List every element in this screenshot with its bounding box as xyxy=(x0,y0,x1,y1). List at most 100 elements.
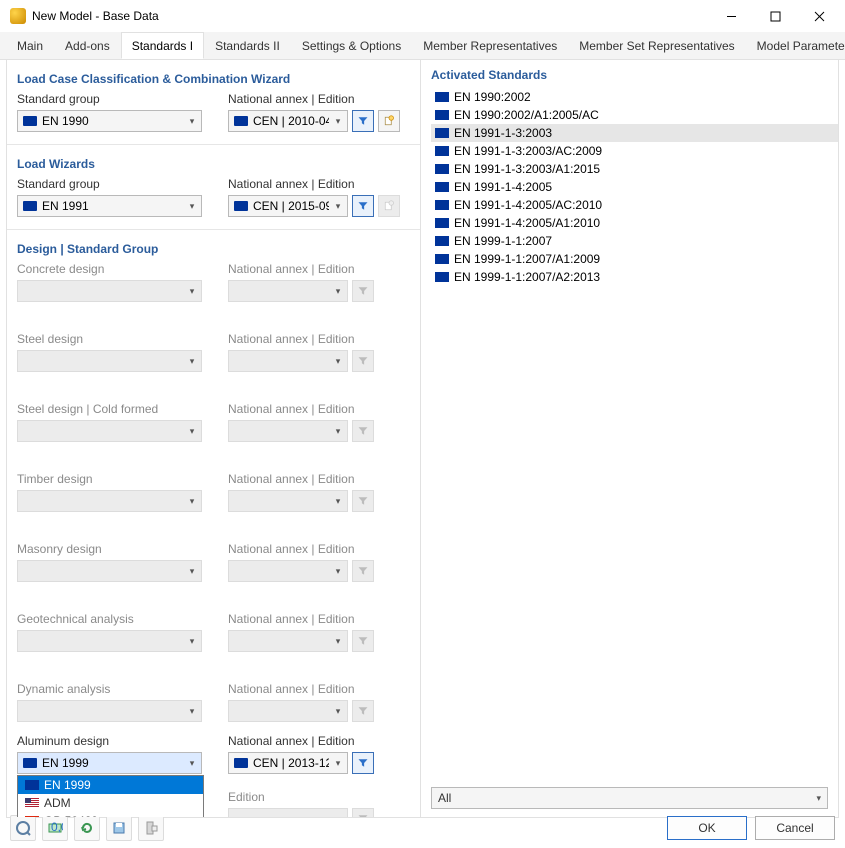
design-row-annex-label: National annex | Edition xyxy=(228,612,374,626)
ok-button[interactable]: OK xyxy=(667,816,747,840)
eu-flag-icon xyxy=(435,200,449,210)
reset-icon[interactable] xyxy=(138,815,164,841)
dropdown-item-gb-50429[interactable]: GB 50429 xyxy=(18,812,203,817)
cn-flag-icon xyxy=(25,816,39,817)
eu-flag-icon xyxy=(435,128,449,138)
standard-row[interactable]: EN 1991-1-3:2003/A1:2015 xyxy=(431,160,838,178)
design-row-combo: ▾ xyxy=(17,350,202,372)
chevron-down-icon: ▾ xyxy=(329,201,347,212)
standard-row[interactable]: EN 1991-1-4:2005/AC:2010 xyxy=(431,196,838,214)
tab-standards-1[interactable]: Standards I xyxy=(121,32,204,59)
design-row-combo: ▾ xyxy=(17,280,202,302)
cancel-button[interactable]: Cancel xyxy=(755,816,835,840)
standard-row[interactable]: EN 1990:2002/A1:2005/AC xyxy=(431,106,838,124)
chevron-down-icon: ▾ xyxy=(329,286,347,297)
window-title: New Model - Base Data xyxy=(32,9,709,23)
design-row-label: Geotechnical analysis xyxy=(17,612,202,626)
standard-row[interactable]: EN 1991-1-4:2005/A1:2010 xyxy=(431,214,838,232)
tab-member-representatives[interactable]: Member Representatives xyxy=(412,32,568,59)
design-row-annex-combo: ▾ xyxy=(228,490,348,512)
eu-flag-icon xyxy=(25,780,39,790)
eu-flag-icon xyxy=(234,201,248,211)
chevron-down-icon: ▾ xyxy=(329,636,347,647)
section-design-title: Design | Standard Group xyxy=(17,238,410,262)
eu-flag-icon xyxy=(435,164,449,174)
chevron-down-icon: ▾ xyxy=(816,793,821,804)
design-row-label: Masonry design xyxy=(17,542,202,556)
chevron-down-icon: ▾ xyxy=(183,286,201,297)
standard-row[interactable]: EN 1990:2002 xyxy=(431,88,838,106)
new-annex-button[interactable] xyxy=(378,110,400,132)
tab-main[interactable]: Main xyxy=(6,32,54,59)
section-loadwizards-title: Load Wizards xyxy=(17,153,410,177)
chevron-down-icon: ▾ xyxy=(183,566,201,577)
chevron-down-icon: ▾ xyxy=(183,758,201,769)
aluminum-design-value: EN 1999 xyxy=(42,756,183,770)
save-icon[interactable] xyxy=(106,815,132,841)
standard-row-label: EN 1991-1-3:2003/AC:2009 xyxy=(454,144,602,158)
design-row-annex-combo: ▾ xyxy=(228,560,348,582)
loadwizards-annex-combo[interactable]: CEN | 2015-09 ▾ xyxy=(228,195,348,217)
eu-flag-icon xyxy=(435,218,449,228)
minimize-button[interactable] xyxy=(709,0,753,32)
loadcase-annex-value: CEN | 2010-04 xyxy=(253,114,329,128)
design-row-label: Steel design | Cold formed xyxy=(17,402,202,416)
standard-row[interactable]: EN 1999-1-1:2007 xyxy=(431,232,838,250)
filter-button xyxy=(352,350,374,372)
tab-settings-options[interactable]: Settings & Options xyxy=(291,32,412,59)
tab-member-set-representatives[interactable]: Member Set Representatives xyxy=(568,32,745,59)
design-row-annex-label: National annex | Edition xyxy=(228,682,374,696)
eu-flag-icon xyxy=(435,272,449,282)
standard-row-label: EN 1990:2002/A1:2005/AC xyxy=(454,108,599,122)
units-icon[interactable]: 0,00 xyxy=(42,815,68,841)
refresh-icon[interactable] xyxy=(74,815,100,841)
eu-flag-icon xyxy=(23,758,37,768)
design-row-annex-combo: ▾ xyxy=(228,280,348,302)
aluminum-annex-combo[interactable]: CEN | 2013-12 ▾ xyxy=(228,752,348,774)
dropdown-item-adm[interactable]: ADM xyxy=(18,794,203,812)
standard-row-label: EN 1991-1-3:2003 xyxy=(454,126,552,140)
loadcase-annex-combo[interactable]: CEN | 2010-04 ▾ xyxy=(228,110,348,132)
design-row-annex-label: National annex | Edition xyxy=(228,472,374,486)
chevron-down-icon: ▾ xyxy=(329,758,347,769)
loadcase-std-group-combo[interactable]: EN 1990 ▾ xyxy=(17,110,202,132)
help-icon[interactable] xyxy=(10,815,36,841)
aluminum-design-label: Aluminum design xyxy=(17,734,202,748)
dropdown-item-en-1999[interactable]: EN 1999 xyxy=(18,776,203,794)
right-pane: Activated Standards EN 1990:2002EN 1990:… xyxy=(421,60,838,817)
filter-button[interactable] xyxy=(352,195,374,217)
chevron-down-icon: ▾ xyxy=(183,706,201,717)
chevron-down-icon: ▾ xyxy=(329,706,347,717)
loadwizards-std-group-combo[interactable]: EN 1991 ▾ xyxy=(17,195,202,217)
standard-row[interactable]: EN 1999-1-1:2007/A1:2009 xyxy=(431,250,838,268)
design-row-annex-label: National annex | Edition xyxy=(228,332,374,346)
eu-flag-icon xyxy=(435,110,449,120)
standard-row[interactable]: EN 1999-1-1:2007/A2:2013 xyxy=(431,268,838,286)
tab-add-ons[interactable]: Add-ons xyxy=(54,32,121,59)
filter-button xyxy=(352,280,374,302)
filter-button xyxy=(352,560,374,582)
tab-model-parameters[interactable]: Model Parameters xyxy=(746,32,845,59)
close-button[interactable] xyxy=(797,0,841,32)
standard-row[interactable]: EN 1991-1-3:2003 xyxy=(431,124,838,142)
eu-flag-icon xyxy=(234,758,248,768)
filter-button[interactable] xyxy=(352,752,374,774)
loadcase-std-group-value: EN 1990 xyxy=(42,114,183,128)
aluminum-design-combo[interactable]: EN 1999 ▾ EN 1999 ADM GB 50429 xyxy=(17,752,202,774)
design-row-label: Concrete design xyxy=(17,262,202,276)
filter-button xyxy=(352,630,374,652)
maximize-button[interactable] xyxy=(753,0,797,32)
chevron-down-icon: ▾ xyxy=(329,426,347,437)
eu-flag-icon xyxy=(234,116,248,126)
standard-row[interactable]: EN 1991-1-4:2005 xyxy=(431,178,838,196)
design-row-annex-label: National annex | Edition xyxy=(228,402,374,416)
tab-standards-2[interactable]: Standards II xyxy=(204,32,291,59)
design-row-combo: ▾ xyxy=(17,630,202,652)
design-row-annex-combo: ▾ xyxy=(228,420,348,442)
filter-button[interactable] xyxy=(352,110,374,132)
standard-row-label: EN 1990:2002 xyxy=(454,90,531,104)
activated-standards-list[interactable]: EN 1990:2002 EN 1990:2002/A1:2005/AC EN 19… xyxy=(431,88,838,781)
chevron-down-icon: ▾ xyxy=(183,201,201,212)
standard-row[interactable]: EN 1991-1-3:2003/AC:2009 xyxy=(431,142,838,160)
activated-filter-combo[interactable]: All ▾ xyxy=(431,787,828,809)
